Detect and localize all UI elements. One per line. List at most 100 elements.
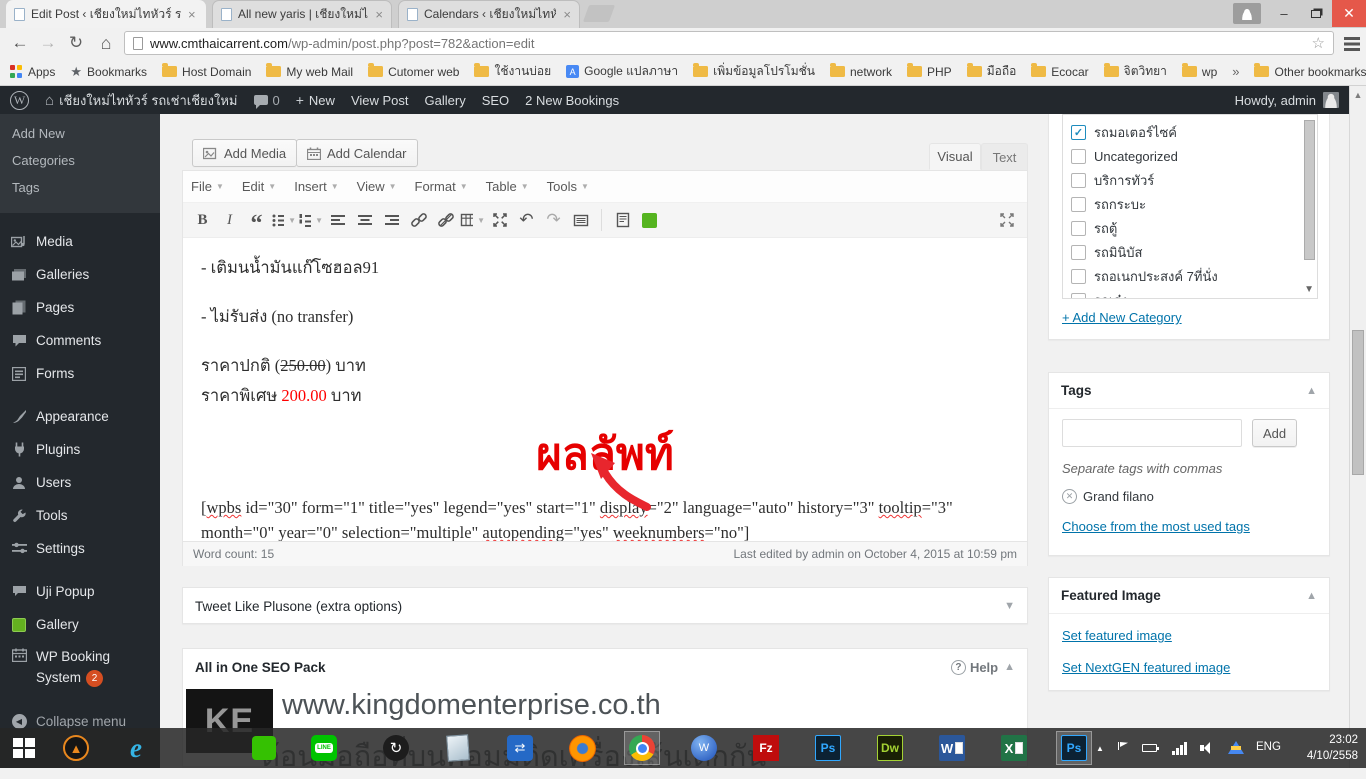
menu-tools[interactable]: Tools ▼: [547, 179, 589, 194]
category-list-scrollbar[interactable]: [1304, 120, 1315, 260]
bullet-list-button[interactable]: ▼: [271, 208, 296, 233]
taskbar-notepad[interactable]: [444, 734, 472, 762]
kitchen-sink-button[interactable]: [568, 208, 593, 233]
gallery-menu[interactable]: Gallery: [425, 93, 466, 108]
bookmark-folder-mobile[interactable]: มือถือ: [966, 62, 1016, 81]
bookmark-folder-promotion[interactable]: เพิ่มข้อมูลโปรโมชั่น: [693, 62, 815, 81]
show-hidden-icons[interactable]: ▲: [1096, 744, 1104, 753]
new-content-menu[interactable]: + New: [296, 92, 335, 108]
collapse-toggle-icon[interactable]: ▼: [1004, 600, 1015, 612]
add-media-button[interactable]: Add Media: [192, 139, 298, 167]
taskbar-teamviewer[interactable]: ⇄: [506, 734, 534, 762]
sidebar-item-tools[interactable]: Tools: [0, 499, 160, 532]
checkbox-checked[interactable]: ✓: [1071, 124, 1086, 140]
collapse-toggle-icon[interactable]: ▲: [1004, 661, 1015, 673]
bookmark-folder-frequent[interactable]: ใช้งานบ่อย: [474, 62, 551, 81]
taskbar-chrome-active[interactable]: [624, 731, 660, 765]
menu-table[interactable]: Table ▼: [486, 179, 529, 194]
action-center-flag-icon[interactable]: [1118, 742, 1128, 750]
reload-icon[interactable]: ↻: [64, 31, 88, 55]
category-row[interactable]: รถตู้: [1063, 216, 1317, 240]
battery-icon[interactable]: [1142, 744, 1159, 752]
view-post-menu[interactable]: View Post: [351, 93, 409, 108]
scroll-up-icon[interactable]: ▲: [1350, 90, 1366, 100]
sidebar-item-uji-popup[interactable]: Uji Popup: [0, 575, 160, 608]
wp-logo-menu[interactable]: W: [10, 90, 29, 110]
category-row[interactable]: รถอเนกประสงค์ 7ที่นั่ง: [1063, 264, 1317, 288]
taskbar-sync-app[interactable]: ↻: [382, 734, 410, 762]
start-button[interactable]: [10, 734, 38, 762]
sidebar-item-galleries[interactable]: Galleries: [0, 258, 160, 291]
fullscreen-icon[interactable]: [994, 208, 1019, 233]
taskbar-green-app[interactable]: [250, 734, 278, 762]
set-nextgen-featured-image-link[interactable]: Set NextGEN featured image: [1062, 660, 1230, 675]
category-row[interactable]: Uncategorized: [1063, 144, 1317, 168]
menu-insert[interactable]: Insert ▼: [294, 179, 338, 194]
bookmark-star-icon[interactable]: ☆: [1312, 34, 1325, 52]
taskbar-photoshop[interactable]: Ps: [814, 734, 842, 762]
remove-tag-icon[interactable]: ✕: [1062, 489, 1077, 504]
align-left-button[interactable]: [325, 208, 350, 233]
seo-menu[interactable]: SEO: [482, 93, 509, 108]
set-featured-image-link[interactable]: Set featured image: [1062, 628, 1172, 643]
new-tab-button[interactable]: [582, 5, 616, 22]
category-row[interactable]: รถกระบะ: [1063, 192, 1317, 216]
collapse-toggle-icon[interactable]: ▲: [1306, 590, 1317, 602]
category-row[interactable]: รถมินิบัส: [1063, 240, 1317, 264]
window-close-button[interactable]: ✕: [1332, 0, 1366, 27]
sidebar-item-wp-booking-system[interactable]: WP Booking System 2: [0, 641, 160, 689]
tab-close-icon[interactable]: ×: [375, 8, 383, 21]
bookmark-folder-php[interactable]: PHP: [907, 63, 952, 79]
window-restore-button[interactable]: [1300, 0, 1332, 27]
address-bar[interactable]: www.cmthaicarrent.com/wp-admin/post.php?…: [124, 31, 1334, 55]
bold-button[interactable]: B: [190, 208, 215, 233]
browser-tab-edit-post[interactable]: Edit Post ‹ เชียงใหม่ไทหัวร์ ร ×: [6, 0, 206, 28]
sidebar-item-appearance[interactable]: Appearance: [0, 400, 160, 433]
bookmark-folder-network[interactable]: network: [829, 63, 892, 79]
editor-tab-text[interactable]: Text: [981, 143, 1028, 170]
category-checklist[interactable]: ✓ รถมอเตอร์ไซค์ Uncategorized บริการทัวร์…: [1062, 114, 1318, 299]
taskbar-aimp[interactable]: ▲: [62, 734, 90, 762]
choose-most-used-tags-link[interactable]: Choose from the most used tags: [1062, 519, 1250, 534]
sidebar-item-plugins[interactable]: Plugins: [0, 433, 160, 466]
bookmark-folder-cutomer-web[interactable]: Cutomer web: [368, 63, 459, 79]
menu-format[interactable]: Format ▼: [415, 179, 468, 194]
howdy-admin-menu[interactable]: Howdy, admin: [1235, 93, 1316, 108]
align-center-button[interactable]: [352, 208, 377, 233]
undo-button[interactable]: ↶: [514, 208, 539, 233]
language-indicator[interactable]: ENG: [1256, 741, 1281, 753]
menu-file[interactable]: File ▼: [191, 179, 224, 194]
google-drive-icon[interactable]: [1228, 741, 1244, 754]
sidebar-item-add-new[interactable]: Add New: [0, 120, 160, 147]
tab-close-icon[interactable]: ×: [563, 8, 571, 21]
bookmarks-overflow-chevron[interactable]: »: [1232, 64, 1239, 79]
sidebar-item-forms[interactable]: Forms: [0, 357, 160, 390]
page-scrollbar[interactable]: ▲: [1349, 86, 1366, 768]
taskbar-line[interactable]: LINE: [310, 734, 338, 762]
bookmark-folder-ecocar[interactable]: Ecocar: [1031, 63, 1089, 79]
preview-doc-button[interactable]: [610, 208, 635, 233]
bookmark-folder-host-domain[interactable]: Host Domain: [162, 63, 251, 79]
checkbox[interactable]: [1071, 220, 1086, 236]
seo-help-button[interactable]: ? Help ▲: [950, 659, 1015, 675]
back-icon[interactable]: ←: [8, 31, 32, 55]
comments-menu[interactable]: 0: [253, 93, 280, 109]
table-button[interactable]: ▼: [460, 208, 485, 233]
taskbar-firefox[interactable]: [568, 734, 596, 762]
sidebar-item-settings[interactable]: Settings: [0, 532, 160, 565]
distraction-free-button[interactable]: [487, 208, 512, 233]
redo-button[interactable]: ↷: [541, 208, 566, 233]
checkbox[interactable]: [1071, 196, 1086, 212]
italic-button[interactable]: I: [217, 208, 242, 233]
category-row[interactable]: รถเก๋ง: [1063, 288, 1317, 298]
category-row[interactable]: บริการทัวร์: [1063, 168, 1317, 192]
blockquote-button[interactable]: “: [244, 208, 269, 236]
checkbox[interactable]: [1071, 292, 1086, 298]
bookmark-google-translate[interactable]: A Google แปลภาษา: [566, 62, 678, 81]
taskbar-dreamweaver[interactable]: Dw: [876, 734, 904, 762]
numbered-list-button[interactable]: ▼: [298, 208, 323, 233]
collapse-toggle-icon[interactable]: ▲: [1306, 385, 1317, 397]
menu-view[interactable]: View ▼: [357, 179, 397, 194]
scroll-down-icon[interactable]: ▼: [1304, 284, 1314, 295]
other-bookmarks[interactable]: Other bookmarks: [1254, 63, 1366, 79]
